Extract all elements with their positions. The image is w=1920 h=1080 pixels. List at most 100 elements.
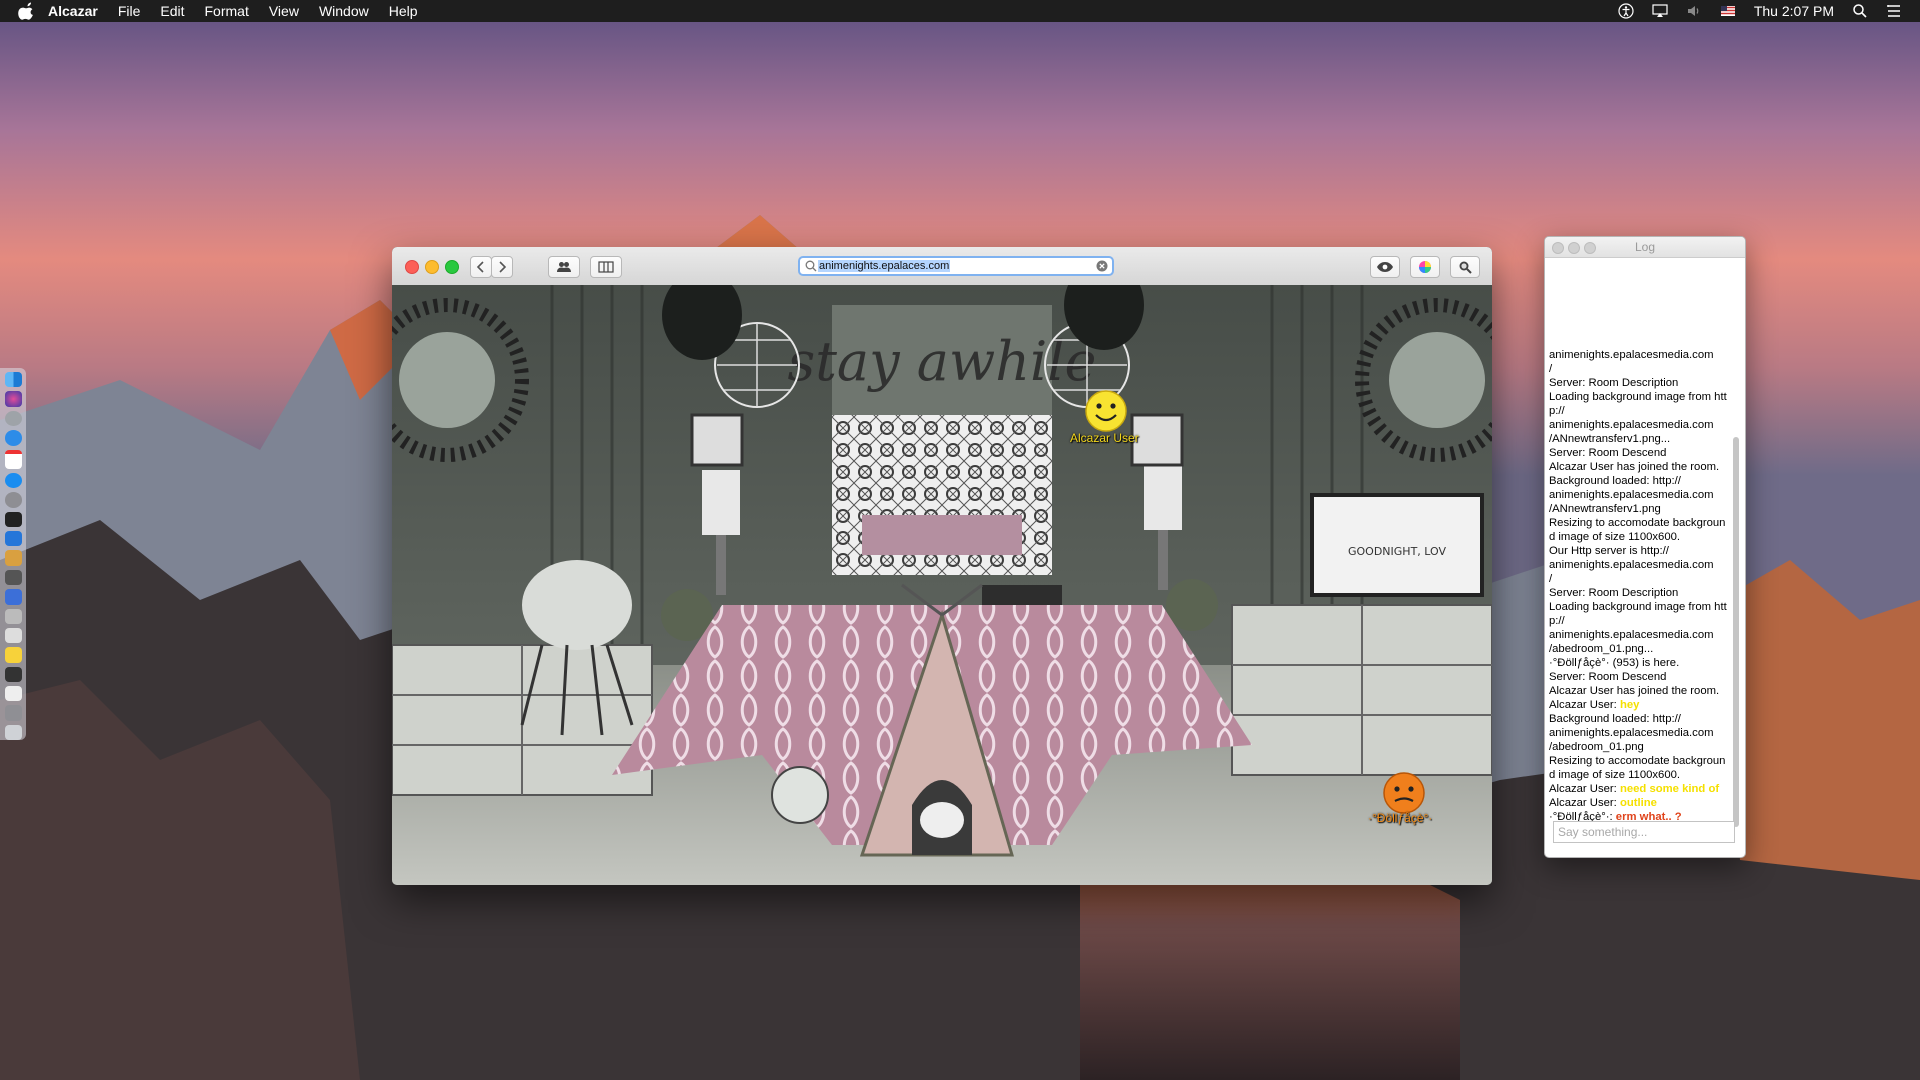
back-button[interactable]: [470, 256, 492, 278]
app-store-icon[interactable]: [4, 472, 22, 489]
apple-icon[interactable]: [18, 2, 36, 20]
log-text: ·°Ðöllƒåçè°· (953) is here.: [1549, 657, 1680, 669]
log-line: /abedroom_01.png: [1549, 740, 1729, 754]
users-button[interactable]: [548, 256, 580, 278]
activity-monitor-icon[interactable]: [4, 666, 22, 682]
log-line: Background loaded: http://: [1549, 474, 1729, 488]
log-text: /: [1549, 573, 1553, 585]
spotlight-search-icon[interactable]: [1852, 3, 1868, 19]
room-background-image: stay awhile GOODNIGHT, LOV: [392, 285, 1492, 885]
color-picker-button[interactable]: [1410, 256, 1440, 278]
menu-format[interactable]: Format: [205, 3, 249, 19]
log-text: Alcazar User has joined the room.: [1549, 685, 1720, 697]
preview-icon[interactable]: [4, 550, 22, 566]
display-mirroring-icon[interactable]: [1652, 3, 1668, 19]
log-close-button[interactable]: [1552, 242, 1564, 254]
url-text[interactable]: animenights.epalaces.com: [818, 260, 951, 272]
disk-utility-icon[interactable]: [4, 608, 22, 624]
minimize-window-button[interactable]: [425, 260, 439, 274]
log-line: Loading background image from http://: [1549, 600, 1729, 628]
log-text: Our Http server is http://: [1549, 545, 1669, 557]
visibility-button[interactable]: [1370, 256, 1400, 278]
log-text: Background loaded: http://: [1549, 475, 1681, 487]
log-text: /: [1549, 363, 1553, 375]
notes-icon[interactable]: [4, 647, 22, 663]
log-chat-text: outline: [1619, 797, 1657, 809]
log-line: Server: Room Descend: [1549, 670, 1729, 684]
log-text: Loading background image from http://: [1549, 391, 1727, 417]
menu-edit[interactable]: Edit: [160, 3, 184, 19]
status-area: Thu 2:07 PM: [1618, 3, 1920, 19]
close-window-button[interactable]: [405, 260, 419, 274]
zoom-button[interactable]: [1450, 256, 1480, 278]
log-text: /abedroom_01.png: [1549, 741, 1644, 753]
accessibility-icon[interactable]: [1618, 3, 1634, 19]
avatar-dollface[interactable]: ·°Ðöllƒåçè°·: [1360, 771, 1470, 831]
window-toolbar: animenights.epalaces.com: [392, 247, 1492, 286]
log-text: animenights.epalacesmedia.com: [1549, 349, 1714, 361]
app-name-menu[interactable]: Alcazar: [48, 3, 98, 19]
volume-icon[interactable]: [1686, 3, 1702, 19]
log-line: Resizing to accomodate background image …: [1549, 516, 1729, 544]
log-line: Background loaded: http://: [1549, 712, 1729, 726]
log-text: Alcazar User:: [1549, 797, 1620, 809]
log-minimize-button[interactable]: [1568, 242, 1580, 254]
migration-icon[interactable]: [4, 569, 22, 586]
chevron-right-icon: [499, 261, 507, 273]
notification-center-icon[interactable]: [1886, 3, 1902, 19]
log-line: Alcazar User: hey: [1549, 698, 1729, 712]
downloads-stack-icon[interactable]: [4, 705, 22, 721]
zoom-window-button[interactable]: [445, 260, 459, 274]
menu-window[interactable]: Window: [319, 3, 369, 19]
menubar-clock[interactable]: Thu 2:07 PM: [1754, 3, 1834, 19]
search-icon: [805, 260, 817, 272]
menu-file[interactable]: File: [118, 3, 141, 19]
log-scroll-area[interactable]: animenights.epalacesmedia.com / Server: Ro…: [1545, 257, 1731, 832]
console-icon[interactable]: [4, 627, 22, 644]
log-text: Server: Room Descend: [1549, 671, 1667, 683]
trash-icon[interactable]: [4, 724, 22, 741]
network-utility-icon[interactable]: [4, 589, 22, 605]
log-content: animenights.epalacesmedia.com / Server: Ro…: [1549, 348, 1729, 824]
clear-url-icon[interactable]: [1095, 259, 1109, 273]
log-line: Resizing to accomodate background image …: [1549, 754, 1729, 782]
chat-input[interactable]: [1553, 821, 1735, 843]
log-text: Alcazar User:: [1549, 783, 1620, 795]
siri-icon[interactable]: [4, 391, 22, 407]
menu-bar: Alcazar File Edit Format View Window Hel…: [0, 0, 1920, 22]
calendar-icon[interactable]: [4, 449, 22, 469]
log-line: Server: Room Descend: [1549, 446, 1729, 460]
split-view-button[interactable]: [590, 256, 622, 278]
log-text: Server: Room Descend: [1549, 447, 1667, 459]
log-text: /abedroom_01.png...: [1549, 643, 1654, 655]
xcode-icon[interactable]: [4, 531, 22, 547]
safari-icon[interactable]: [4, 430, 22, 446]
launchpad-icon[interactable]: [4, 410, 22, 427]
log-line: /ANnewtransferv1.png: [1549, 502, 1729, 516]
log-text: Server: Room Description: [1549, 587, 1679, 599]
room-viewport[interactable]: stay awhile GOODNIGHT, LOV Alcazar User …: [392, 285, 1492, 885]
columns-icon: [598, 261, 614, 273]
system-preferences-icon[interactable]: [4, 492, 22, 508]
log-text: Resizing to accomodate background image …: [1549, 755, 1726, 781]
log-line: animenights.epalacesmedia.com: [1549, 558, 1729, 572]
log-text: Server: Room Description: [1549, 377, 1679, 389]
us-flag-icon[interactable]: [1720, 3, 1736, 19]
avatar-name-label: ·°Ðöllƒåçè°·: [1368, 811, 1433, 825]
finder-icon[interactable]: [4, 372, 22, 388]
log-scrollbar[interactable]: [1733, 437, 1739, 827]
log-line: Loading background image from http://: [1549, 390, 1729, 418]
log-zoom-button[interactable]: [1584, 242, 1596, 254]
log-text: Loading background image from http://: [1549, 601, 1727, 627]
textedit-icon[interactable]: [4, 686, 22, 702]
log-text: animenights.epalacesmedia.com: [1549, 629, 1714, 641]
log-line: /abedroom_01.png...: [1549, 642, 1729, 656]
terminal-icon[interactable]: [4, 511, 22, 527]
avatar-alcazar-user[interactable]: Alcazar User: [1052, 389, 1162, 449]
menu-view[interactable]: View: [269, 3, 299, 19]
menu-help[interactable]: Help: [389, 3, 418, 19]
log-line: animenights.epalacesmedia.com: [1549, 418, 1729, 432]
forward-button[interactable]: [491, 256, 513, 278]
log-text: animenights.epalacesmedia.com: [1549, 559, 1714, 571]
address-bar[interactable]: animenights.epalaces.com: [798, 256, 1114, 276]
